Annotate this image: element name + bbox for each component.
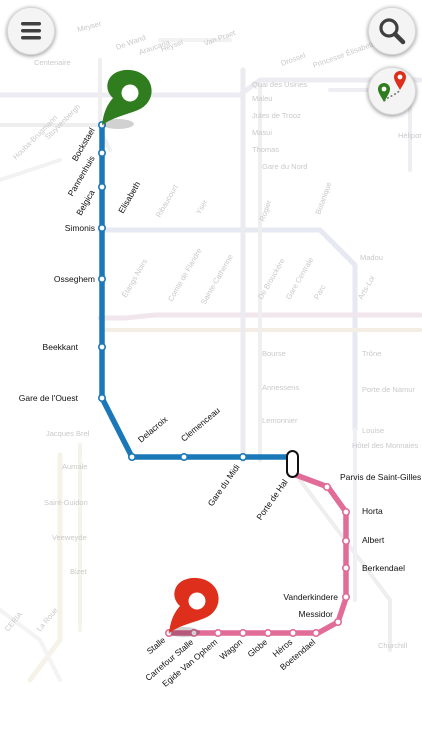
ghost-label-churchill: Churchill (378, 641, 408, 650)
search-button[interactable] (368, 7, 416, 55)
origin-pin-hole (121, 84, 139, 102)
label-vanderkindere: Vanderkindere (283, 592, 338, 602)
ghost-label-louise: Louise (362, 426, 384, 435)
ghost-label-gare-nord: Gare du Nord (262, 162, 307, 171)
ghost-label-la-roue: La Roue (35, 606, 60, 634)
label-parvis: Parvis de Saint-Gilles (340, 472, 421, 482)
transfer-porte-hal (286, 450, 299, 478)
transit-route-map[interactable]: Centenaire Meyser De Wand Araucaria Heys… (0, 0, 422, 750)
stop-osseghem (98, 274, 107, 283)
ghost-label-jules-trooz: Jules de Trooz (252, 111, 301, 120)
ghost-label-drossel: Drossel (280, 51, 307, 68)
active-route (99, 122, 349, 636)
label-stalle: Stalle (145, 635, 168, 657)
ghost-label-princesse: Princesse Élisabeth (312, 39, 377, 70)
ghost-label-sainte-catherine: Sainte-Catherine (199, 253, 235, 306)
ghost-label-arts-loi: Arts-Loi (356, 274, 377, 301)
ghost-line-14 (0, 158, 62, 182)
label-porte-hal: Porte de Hal (254, 477, 289, 522)
magnifier-icon (379, 18, 406, 45)
ghost-label-hotel-monnaies: Hôtel des Monnaies (352, 441, 419, 450)
ghost-label-botanique: Botanique (313, 181, 333, 216)
ghost-label-saint-guidon: Saint-Guidon (44, 498, 88, 507)
station-dots (98, 121, 350, 637)
menu-button[interactable] (7, 7, 55, 55)
label-horta: Horta (362, 506, 383, 516)
stop-globe (263, 628, 272, 637)
stop-gare-ouest (98, 393, 107, 402)
stop-albert (341, 536, 350, 545)
label-osseghem: Osseghem (54, 274, 95, 284)
stop-vanderkindere (341, 592, 350, 601)
ghost-label-centenaire: Centenaire (34, 58, 71, 67)
ghost-label-meyser: Meyser (76, 19, 103, 34)
ghost-label-porte-namur: Porte de Namur (362, 385, 415, 394)
ghost-label-heliport: Héliport (398, 131, 422, 140)
ghost-label-bizet: Bizet (70, 567, 88, 576)
stop-gare-midi (239, 452, 248, 461)
label-gare-midi: Gare du Midi (206, 462, 242, 508)
label-wagon: Wagon (217, 637, 244, 662)
ghost-label-comte-flandre: Comte de Flandre (166, 247, 204, 303)
stop-parvis (322, 482, 331, 491)
ghost-label-quai-usines: Quai des Usines (252, 80, 307, 89)
ghost-label-gare-centrale: Gare Centrale (284, 256, 315, 301)
label-messidor: Messidor (299, 609, 334, 619)
ghost-line-1 (0, 77, 422, 98)
label-albert: Albert (362, 535, 385, 545)
ghost-label-trone: Trône (362, 349, 381, 358)
background-labels: Centenaire Meyser De Wand Araucaria Heys… (3, 19, 422, 650)
destination-pin-hole (188, 592, 206, 610)
ghost-label-van-praet: Van Praet (203, 28, 238, 48)
destination-pin[interactable] (168, 577, 219, 637)
label-beekkant: Beekkant (43, 342, 79, 352)
stop-egide (214, 628, 223, 637)
stop-clemenceau (180, 452, 189, 461)
ghost-label-masui: Masui (252, 128, 272, 137)
stop-horta (341, 507, 350, 516)
label-clemenceau: Clemenceau (179, 405, 222, 444)
ghost-label-veeweyde: Veeweyde (52, 533, 87, 542)
ghost-label-ribaucourt: Ribaucourt (154, 182, 180, 219)
stop-messidor (333, 617, 342, 626)
ghost-label-aumale: Aumale (62, 462, 87, 471)
label-gare-ouest: Gare de l'Ouest (19, 393, 79, 403)
ghost-label-parc: Parc (312, 283, 328, 301)
ghost-label-jacques-brel: Jacques Brel (46, 429, 90, 438)
origin-pin[interactable] (102, 69, 152, 129)
stop-berkendael (341, 563, 350, 572)
stop-pannenhuis (98, 149, 107, 158)
label-simonis: Simonis (65, 223, 95, 233)
ghost-label-thomas: Thomas (252, 145, 279, 154)
route-pins-icon (378, 71, 406, 102)
stop-heros (288, 628, 297, 637)
label-delacroix: Delacroix (136, 414, 170, 445)
stop-simonis (98, 224, 107, 233)
ghost-label-yser: Yser (194, 198, 210, 216)
stop-delacroix (128, 452, 137, 461)
stop-boetendael (311, 628, 320, 637)
label-berkendael: Berkendael (362, 563, 405, 573)
label-globe: Globe (245, 637, 269, 659)
stop-wagon (239, 628, 248, 637)
ghost-label-bourse: Bourse (262, 349, 286, 358)
ghost-label-etangs-noirs: Étangs Noirs (120, 257, 149, 299)
ghost-label-lemonnier: Lemonnier (262, 416, 298, 425)
stop-belgica (98, 183, 107, 192)
ghost-label-madou: Madou (360, 253, 383, 262)
ghost-label-maleu: Maleu (252, 94, 272, 103)
hamburger-menu-icon (21, 22, 41, 40)
ghost-label-annessens: Annessens (262, 383, 299, 392)
route-button[interactable] (368, 67, 416, 115)
stop-beekkant (98, 342, 107, 351)
label-elisabeth: Elisabeth (116, 179, 142, 215)
